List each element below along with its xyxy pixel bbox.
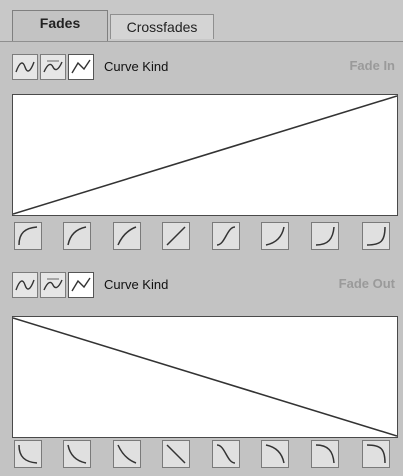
tab-fades-label: Fades	[39, 15, 81, 31]
fade-in-preset-row	[0, 220, 403, 256]
fade-in-curve-editor[interactable]	[12, 94, 398, 216]
fade-in-preset-8-button[interactable]	[362, 222, 390, 250]
curve-kind-linear-icon	[71, 59, 91, 74]
fade-out-preset-row	[0, 440, 403, 476]
tab-fades[interactable]: Fades	[12, 10, 108, 42]
fade-out-preset-4-icon	[166, 444, 186, 464]
tab-crossfades-label: Crossfades	[126, 19, 198, 35]
fade-in-preset-2-button[interactable]	[63, 222, 91, 250]
fade-out-title: Fade Out	[338, 276, 395, 291]
fade-in-preset-5-button[interactable]	[212, 222, 240, 250]
fade-out-preset-2-icon	[67, 444, 87, 464]
fade-in-preset-3-icon	[117, 226, 137, 246]
fade-in-preset-5-icon	[216, 226, 236, 246]
fade-in-curve-kind-damped-button[interactable]	[40, 54, 66, 80]
fade-out-curve-kind-damped-button[interactable]	[40, 272, 66, 298]
tab-divider	[0, 41, 403, 42]
fade-in-curve-kind-linear-button[interactable]	[68, 54, 94, 80]
fade-out-preset-2-button[interactable]	[63, 440, 91, 468]
tab-bar: Fades Crossfades	[0, 0, 403, 42]
fade-in-title: Fade In	[349, 58, 395, 73]
fade-in-preset-4-button[interactable]	[162, 222, 190, 250]
fade-in-preset-3-button[interactable]	[113, 222, 141, 250]
fade-out-preset-3-icon	[117, 444, 137, 464]
fade-in-preset-1-icon	[18, 226, 38, 246]
curve-kind-spline-icon	[15, 61, 35, 73]
fade-in-curve-kind-spline-button[interactable]	[12, 54, 38, 80]
fade-out-curve-kind-label: Curve Kind	[104, 277, 169, 292]
fade-out-curve-editor[interactable]	[12, 316, 398, 438]
fade-in-preset-2-icon	[67, 226, 87, 246]
curve-kind-spline-icon	[15, 279, 35, 291]
fade-in-preset-6-icon	[265, 226, 285, 246]
fade-out-preset-1-button[interactable]	[14, 440, 42, 468]
curve-kind-linear-icon	[71, 277, 91, 292]
fade-out-preset-4-button[interactable]	[162, 440, 190, 468]
fade-out-curve-line	[13, 317, 397, 437]
fade-in-preset-1-button[interactable]	[14, 222, 42, 250]
fade-in-preset-7-button[interactable]	[311, 222, 339, 250]
tab-crossfades[interactable]: Crossfades	[110, 14, 214, 39]
fade-out-preset-6-icon	[265, 444, 285, 464]
fade-out-preset-1-icon	[18, 444, 38, 464]
fade-out-preset-5-icon	[216, 444, 236, 464]
curve-kind-damped-spline-icon	[43, 278, 63, 291]
fade-out-curve-kind-spline-button[interactable]	[12, 272, 38, 298]
fade-in-preset-7-icon	[315, 226, 335, 246]
fade-out-preset-3-button[interactable]	[113, 440, 141, 468]
fade-out-preset-8-button[interactable]	[362, 440, 390, 468]
fade-out-preset-5-button[interactable]	[212, 440, 240, 468]
fade-out-curve-graph	[13, 317, 397, 437]
fade-out-preset-6-button[interactable]	[261, 440, 289, 468]
fade-out-preset-8-icon	[366, 444, 386, 464]
fade-out-preset-7-icon	[315, 444, 335, 464]
fade-out-curve-kind-linear-button[interactable]	[68, 272, 94, 298]
fade-in-preset-4-icon	[166, 226, 186, 246]
fade-out-section: Curve Kind Fade Out	[0, 268, 403, 474]
fade-in-curve-kind-row: Curve Kind Fade In	[0, 50, 403, 86]
fade-out-preset-7-button[interactable]	[311, 440, 339, 468]
fade-in-curve-line	[13, 95, 397, 215]
fade-in-preset-8-icon	[366, 226, 386, 246]
fade-in-curve-kind-label: Curve Kind	[104, 59, 169, 74]
fade-out-curve-kind-row: Curve Kind Fade Out	[0, 268, 403, 304]
fade-in-curve-graph	[13, 95, 397, 215]
curve-kind-damped-spline-icon	[43, 60, 63, 73]
fade-in-preset-6-button[interactable]	[261, 222, 289, 250]
fade-in-section: Curve Kind Fade In	[0, 50, 403, 256]
